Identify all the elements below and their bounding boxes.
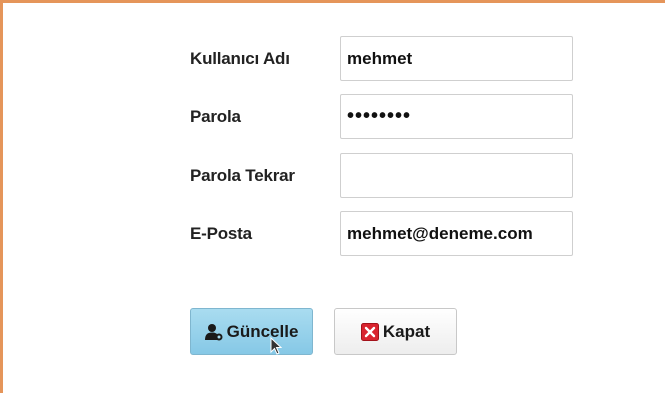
username-row: Kullanıcı Adı <box>3 36 665 82</box>
password-input[interactable] <box>340 94 573 139</box>
update-button-label: Güncelle <box>226 321 299 341</box>
email-label: E-Posta <box>190 224 252 243</box>
close-button[interactable]: Kapat <box>334 308 457 355</box>
password-row: Parola <box>3 94 665 140</box>
password-repeat-row: Parola Tekrar <box>3 153 665 199</box>
close-button-label: Kapat <box>382 321 431 341</box>
update-button[interactable]: Güncelle <box>190 308 313 355</box>
mouse-cursor-icon <box>270 337 282 355</box>
close-x-icon <box>360 322 379 341</box>
password-repeat-input[interactable] <box>340 153 573 198</box>
email-row: E-Posta <box>3 211 665 257</box>
user-edit-panel: Kullanıcı Adı Parola Parola Tekrar E-Pos… <box>0 0 665 393</box>
password-repeat-label: Parola Tekrar <box>190 166 295 185</box>
user-edit-icon <box>204 323 223 340</box>
email-input[interactable] <box>340 211 573 256</box>
username-input[interactable] <box>340 36 573 81</box>
username-label: Kullanıcı Adı <box>190 49 290 68</box>
password-label: Parola <box>190 107 241 126</box>
